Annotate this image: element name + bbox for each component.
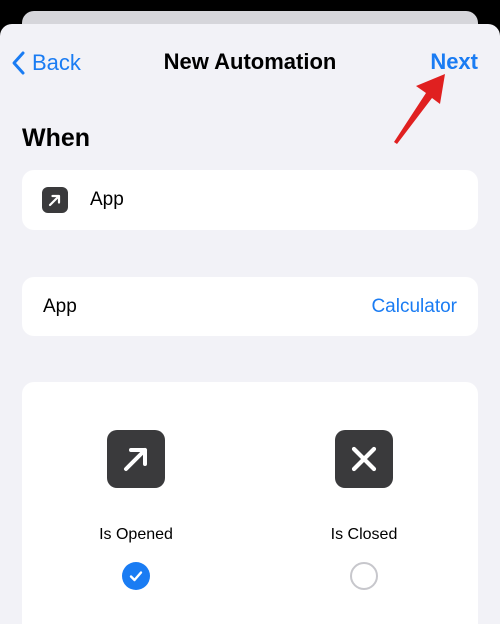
arrow-up-right-icon [107,430,165,488]
radio-checked[interactable] [122,562,150,590]
x-mark-icon [335,430,393,488]
trigger-row[interactable]: App [22,170,478,230]
option-is-closed[interactable]: Is Closed [264,430,464,610]
section-title: When [22,124,91,152]
trigger-label: App [90,189,124,210]
trigger-options-card: Is Opened Is Closed [22,382,478,624]
radio-unchecked[interactable] [350,562,378,590]
app-row-label: App [43,296,77,317]
option-is-opened[interactable]: Is Opened [36,430,236,610]
app-selector-row[interactable]: App Calculator [22,277,478,336]
automation-sheet: Back New Automation Next When App App Ca… [0,24,500,624]
checkmark-icon [129,571,143,582]
arrow-up-right-icon [42,187,68,213]
option-label: Is Opened [99,526,173,543]
app-row-value[interactable]: Calculator [371,296,457,318]
option-label: Is Closed [330,526,398,543]
annotation-arrow-icon [394,74,445,144]
